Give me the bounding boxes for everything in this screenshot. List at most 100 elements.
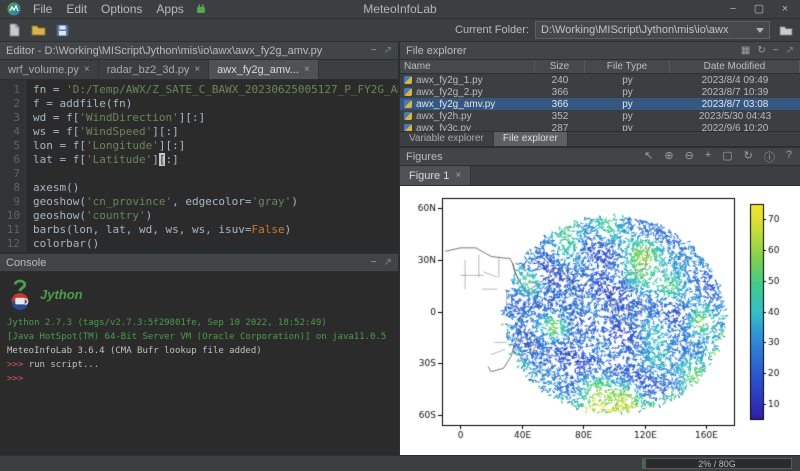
window-minimize-button[interactable]: − (720, 0, 746, 18)
editor-tab[interactable]: radar_bz2_3d.py× (99, 60, 209, 79)
float-panel-icon[interactable]: ↗ (786, 45, 794, 56)
map-plot[interactable] (400, 186, 798, 455)
file-row[interactable]: awx_fy2g_1.py240py2023/8/4 09:49 (400, 74, 800, 86)
line-number: 10 (0, 209, 20, 223)
editor-tab-bar: wrf_volume.py×radar_bz2_3d.py×awx_fy2g_a… (0, 60, 398, 80)
browse-folder-button[interactable] (776, 21, 795, 40)
editor-tab[interactable]: awx_fy2g_amv... × (209, 60, 319, 79)
console-text: MeteoInfoLab 3.6.4 (CMA Bufr lookup file… (7, 346, 262, 356)
editor-gutter: 123456789101112 (0, 80, 26, 252)
file-row[interactable]: awx_fy2g_amv.py366py2023/8/7 03:08 (400, 98, 800, 110)
editor-tab-label: awx_fy2g_amv... (217, 64, 299, 76)
console-panel: Console − ↗ Jython Jython (0, 254, 398, 455)
code-token: ) (285, 223, 292, 236)
editor-code[interactable]: fn = 'D:/Temp/AWX/Z_SATE_C_BAWX_20230625… (26, 80, 398, 252)
figure-tab-bar: Figure 1 × (400, 166, 800, 186)
code-token: 'D:/Temp/AWX/Z_SATE_C_BAWX_2023062500512… (66, 83, 398, 96)
zoom-in-tool-icon[interactable]: ⊕ (662, 149, 675, 165)
dropdown-arrow-icon[interactable] (756, 28, 764, 33)
code-token: ][:] (179, 111, 206, 124)
console-line: MeteoInfoLab 3.6.4 (CMA Bufr lookup file… (7, 344, 391, 358)
right-column: File explorer ▦ ↻ − ↗ NameSizeFile TypeD… (400, 42, 800, 455)
column-header-file-type[interactable]: File Type (585, 60, 670, 73)
file-row[interactable]: awx_fy2h.py352py2023/5/30 04:43 (400, 110, 800, 122)
tab-variable-explorer[interactable]: Variable explorer (400, 132, 494, 146)
file-explorer-title: File explorer (406, 45, 467, 57)
column-header-date-modified[interactable]: Date Modified (670, 60, 800, 73)
close-tab-icon[interactable]: × (194, 64, 200, 75)
line-number: 8 (0, 181, 20, 195)
file-explorer-panel: File explorer ▦ ↻ − ↗ NameSizeFile TypeD… (400, 42, 800, 148)
code-token: 'Latitude' (86, 153, 152, 166)
app-logo-icon (7, 2, 21, 16)
menu-item-edit[interactable]: Edit (59, 0, 94, 18)
select-tool-icon[interactable]: ↖ (642, 149, 655, 165)
file-type-cell: py (585, 87, 670, 98)
code-token: ] (152, 153, 159, 166)
file-row[interactable]: awx_fy2g_2.py366py2023/8/7 10:39 (400, 86, 800, 98)
new-script-button[interactable] (5, 21, 24, 40)
titlebar: FileEditOptionsApps MeteoInfoLab −▢× (0, 0, 800, 19)
code-token: geoshow( (33, 195, 86, 208)
code-token: ][:] (159, 139, 186, 152)
save-button[interactable] (53, 21, 72, 40)
menu-item-options[interactable]: Options (94, 0, 149, 18)
figure-tab[interactable]: Figure 1 × (400, 166, 471, 185)
code-token: , edgecolor= (172, 195, 251, 208)
help-tool-icon[interactable]: ? (784, 149, 794, 165)
rotate-tool-icon[interactable]: ↻ (742, 149, 755, 165)
close-tab-icon[interactable]: × (84, 64, 90, 75)
editor-panel: Editor - D:\Working\MIScript\Jython\mis\… (0, 42, 398, 254)
pan-tool-icon[interactable]: + (703, 149, 713, 165)
identify-tool-icon[interactable]: ⓘ (762, 149, 777, 165)
figure-tab-label: Figure 1 (409, 170, 449, 182)
open-file-button[interactable] (29, 21, 48, 40)
file-row[interactable]: awx_fy3c.py287py2022/9/6 10:20 (400, 122, 800, 131)
file-explorer-header: File explorer ▦ ↻ − ↗ (400, 42, 800, 60)
float-panel-icon[interactable]: ↗ (384, 45, 392, 56)
console-text: Jython 2.7.3 (tags/v2.7.3:5f29801fe, Sep… (7, 318, 327, 328)
editor-tab[interactable]: wrf_volume.py× (0, 60, 99, 79)
line-number: 2 (0, 97, 20, 111)
memory-fill (643, 459, 646, 468)
tab-file-explorer[interactable]: File explorer (494, 132, 568, 146)
close-tab-icon[interactable]: × (455, 170, 461, 181)
line-number: 12 (0, 237, 20, 251)
close-tab-icon[interactable]: × (304, 64, 310, 75)
console-panel-header: Console − ↗ (0, 254, 398, 272)
float-panel-icon[interactable]: ↗ (384, 257, 392, 268)
code-token: 'WindSpeed' (79, 125, 152, 138)
minimize-panel-icon[interactable]: − (371, 45, 377, 56)
code-line: axesm() (33, 181, 398, 195)
full-extent-tool-icon[interactable]: ▢ (720, 149, 734, 165)
code-token: 'WindDirection' (79, 111, 178, 124)
column-header-size[interactable]: Size (535, 60, 585, 73)
line-number: 3 (0, 111, 20, 125)
code-line: lon = f['Longitude'][:] (33, 139, 398, 153)
console-header-icons: − ↗ (371, 257, 392, 268)
file-table-header: NameSizeFile TypeDate Modified (400, 60, 800, 74)
console-output-area[interactable]: Jython Jython 2.7.3 (tags/v2.7.3:5f29801… (0, 272, 398, 455)
code-token: lon = f[ (33, 139, 86, 152)
code-token: 'Longitude' (86, 139, 159, 152)
menu-item-apps[interactable]: Apps (149, 0, 190, 18)
minimize-panel-icon[interactable]: − (371, 257, 377, 268)
code-token: wd = f[ (33, 111, 79, 124)
plugins-icon[interactable] (195, 3, 207, 15)
window-maximize-button[interactable]: ▢ (746, 0, 772, 18)
code-editor[interactable]: 123456789101112 fn = 'D:/Temp/AWX/Z_SATE… (0, 80, 398, 252)
minimize-panel-icon[interactable]: − (773, 45, 779, 56)
console-text: >>> (7, 360, 29, 370)
file-modified-cell: 2023/8/4 09:49 (670, 75, 800, 86)
grid-view-icon[interactable]: ▦ (741, 45, 750, 56)
file-explorer-header-icons: ▦ ↻ − ↗ (741, 45, 794, 56)
current-folder-combobox[interactable]: D:\Working\MIScript\Jython\mis\io\awx (535, 21, 770, 39)
window-close-button[interactable]: × (772, 0, 798, 18)
refresh-icon[interactable]: ↻ (757, 45, 765, 56)
menu-item-file[interactable]: File (26, 0, 59, 18)
file-name: awx_fy2g_1.py (416, 75, 483, 86)
code-token: axesm() (33, 181, 79, 194)
column-header-name[interactable]: Name (400, 60, 535, 73)
zoom-out-tool-icon[interactable]: ⊖ (683, 149, 696, 165)
jython-logo-row: Jython (7, 277, 391, 311)
